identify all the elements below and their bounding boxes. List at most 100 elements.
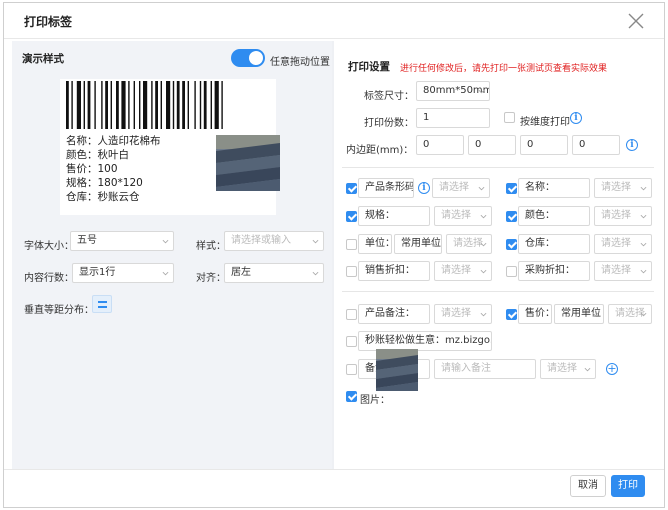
padding-top-input[interactable]: 0 — [416, 135, 464, 155]
placeholder-text: 请选择 — [601, 238, 631, 249]
font-size-select[interactable]: 五号 — [70, 231, 174, 251]
product-note-field[interactable]: 产品备注： — [358, 304, 430, 324]
placeholder-text: 请选择 — [441, 308, 471, 319]
copies-label: 打印份数： — [364, 118, 414, 129]
chevron-down-icon — [592, 312, 599, 317]
sale-discount-checkbox[interactable] — [346, 266, 357, 277]
warehouse-style-select[interactable]: 请选择 — [594, 234, 652, 254]
drag-toggle[interactable] — [231, 49, 265, 67]
barcode-style-select[interactable]: 请选择 — [432, 178, 490, 198]
name-checkbox[interactable] — [506, 183, 517, 194]
by-dimension-checkbox[interactable] — [504, 112, 515, 123]
preview-line-warehouse: 仓库：秒账云仓 — [66, 191, 140, 203]
price-checkbox[interactable] — [506, 309, 517, 320]
unit-field[interactable]: 单位： — [358, 234, 392, 254]
warehouse-checkbox[interactable] — [506, 239, 517, 250]
chevron-down-icon — [312, 239, 319, 244]
barcode-image — [66, 81, 223, 129]
chevron-down-icon — [402, 186, 409, 191]
price-style-select[interactable]: 请选择 — [608, 304, 652, 324]
unit-select[interactable]: 常用单位 — [394, 234, 442, 254]
placeholder-text: 请选择 — [601, 182, 631, 193]
padding-label: 内边距(mm)： — [346, 145, 414, 156]
chevron-down-icon — [640, 214, 647, 219]
warehouse-field[interactable]: 仓库： — [518, 234, 590, 254]
barcode-checkbox[interactable] — [346, 183, 357, 194]
style-label: 样式： — [196, 241, 226, 252]
color-field[interactable]: 颜色： — [518, 206, 590, 226]
preview-line-color: 颜色：秋叶白 — [66, 149, 129, 161]
info-icon[interactable]: i — [418, 182, 430, 194]
spec-style-select[interactable]: 请选择 — [434, 206, 492, 226]
rows-label: 内容行数： — [24, 273, 74, 284]
chevron-down-icon — [312, 271, 319, 276]
rows-select[interactable]: 显示1行 — [72, 263, 174, 283]
add-icon[interactable]: + — [606, 363, 618, 375]
image-thumbnail[interactable] — [376, 349, 418, 391]
purchase-discount-checkbox[interactable] — [506, 266, 517, 277]
close-icon[interactable] — [626, 11, 646, 31]
note-style-select[interactable]: 请选择 — [540, 359, 596, 379]
barcode-field[interactable]: 产品条形码 — [358, 178, 414, 198]
image-checkbox[interactable] — [346, 391, 357, 402]
name-field[interactable]: 名称： — [518, 178, 590, 198]
slogan-field[interactable]: 秒账轻松做生意：mz.bizgo.com — [358, 331, 492, 351]
product-note-style-select[interactable]: 请选择 — [434, 304, 492, 324]
padding-bottom-input[interactable]: 0 — [520, 135, 568, 155]
size-select[interactable]: 80mm*50mm — [416, 81, 490, 101]
align-label: 对齐： — [196, 273, 226, 284]
toggle-knob — [249, 51, 263, 65]
size-label: 标签尺寸： — [364, 91, 414, 102]
label-preview[interactable]: 名称：人造印花棉布 颜色：秋叶白 售价：100 规格：180*120 仓库：秒账… — [60, 79, 280, 215]
price-unit-select[interactable]: 常用单位 — [554, 304, 604, 324]
chevron-down-icon — [640, 269, 647, 274]
demo-panel: 演示样式 任意拖动位置 名称：人造印花棉布 颜色：秋叶白 售价：100 规格：1… — [12, 41, 332, 469]
copies-input[interactable]: 1 — [416, 108, 490, 128]
spec-field[interactable]: 规格： — [358, 206, 430, 226]
sale-discount-field[interactable]: 销售折扣： — [358, 261, 430, 281]
sale-discount-style-select[interactable]: 请选择 — [434, 261, 492, 281]
padding-left-input[interactable]: 0 — [572, 135, 620, 155]
placeholder-text: 请选择 — [601, 265, 631, 276]
info-icon[interactable]: i — [626, 139, 638, 151]
chevron-down-icon — [478, 186, 485, 191]
color-style-select[interactable]: 请选择 — [594, 206, 652, 226]
vertical-distribute-label: 垂直等距分布： — [24, 305, 94, 316]
chevron-down-icon — [640, 242, 647, 247]
image-label: 图片： — [360, 395, 390, 406]
padding-right-input[interactable]: 0 — [468, 135, 516, 155]
preview-line-price: 售价：100 — [66, 163, 118, 175]
price-field[interactable]: 售价： — [518, 304, 552, 324]
settings-notice: 进行任何修改后，请先打印一张测试页查看实际效果 — [400, 64, 608, 74]
note-input[interactable]: 请输入备注 — [434, 359, 536, 379]
name-style-select[interactable]: 请选择 — [594, 178, 652, 198]
chevron-down-icon — [480, 269, 487, 274]
footer-divider — [4, 469, 664, 470]
spec-checkbox[interactable] — [346, 211, 357, 222]
slogan-checkbox[interactable] — [346, 336, 357, 347]
settings-panel: 打印设置 进行任何修改后，请先打印一张测试页查看实际效果 标签尺寸： 80mm*… — [334, 41, 662, 469]
chevron-down-icon — [480, 242, 487, 247]
unit-checkbox[interactable] — [346, 239, 357, 250]
chevron-down-icon — [162, 239, 169, 244]
cancel-button[interactable]: 取消 — [570, 475, 606, 497]
chevron-down-icon — [162, 271, 169, 276]
slogan-value: mz.bizgo.com — [445, 335, 492, 346]
color-checkbox[interactable] — [506, 211, 517, 222]
product-note-checkbox[interactable] — [346, 309, 357, 320]
note-checkbox[interactable] — [346, 364, 357, 375]
style-select[interactable]: 请选择或输入 — [224, 231, 324, 251]
chevron-down-icon — [640, 186, 647, 191]
align-select[interactable]: 居左 — [224, 263, 324, 283]
placeholder-text: 请选择 — [439, 182, 469, 193]
placeholder-text: 请选择 — [601, 210, 631, 221]
placeholder-text: 请选择 — [547, 363, 577, 374]
vertical-distribute-icon[interactable] — [92, 295, 112, 313]
chevron-down-icon — [480, 214, 487, 219]
purchase-discount-style-select[interactable]: 请选择 — [594, 261, 652, 281]
settings-heading: 打印设置 — [348, 61, 390, 73]
unit-style-select[interactable]: 请选择 — [446, 234, 492, 254]
print-button[interactable]: 打印 — [611, 475, 645, 497]
purchase-discount-field[interactable]: 采购折扣： — [518, 261, 590, 281]
info-icon[interactable]: i — [570, 112, 582, 124]
